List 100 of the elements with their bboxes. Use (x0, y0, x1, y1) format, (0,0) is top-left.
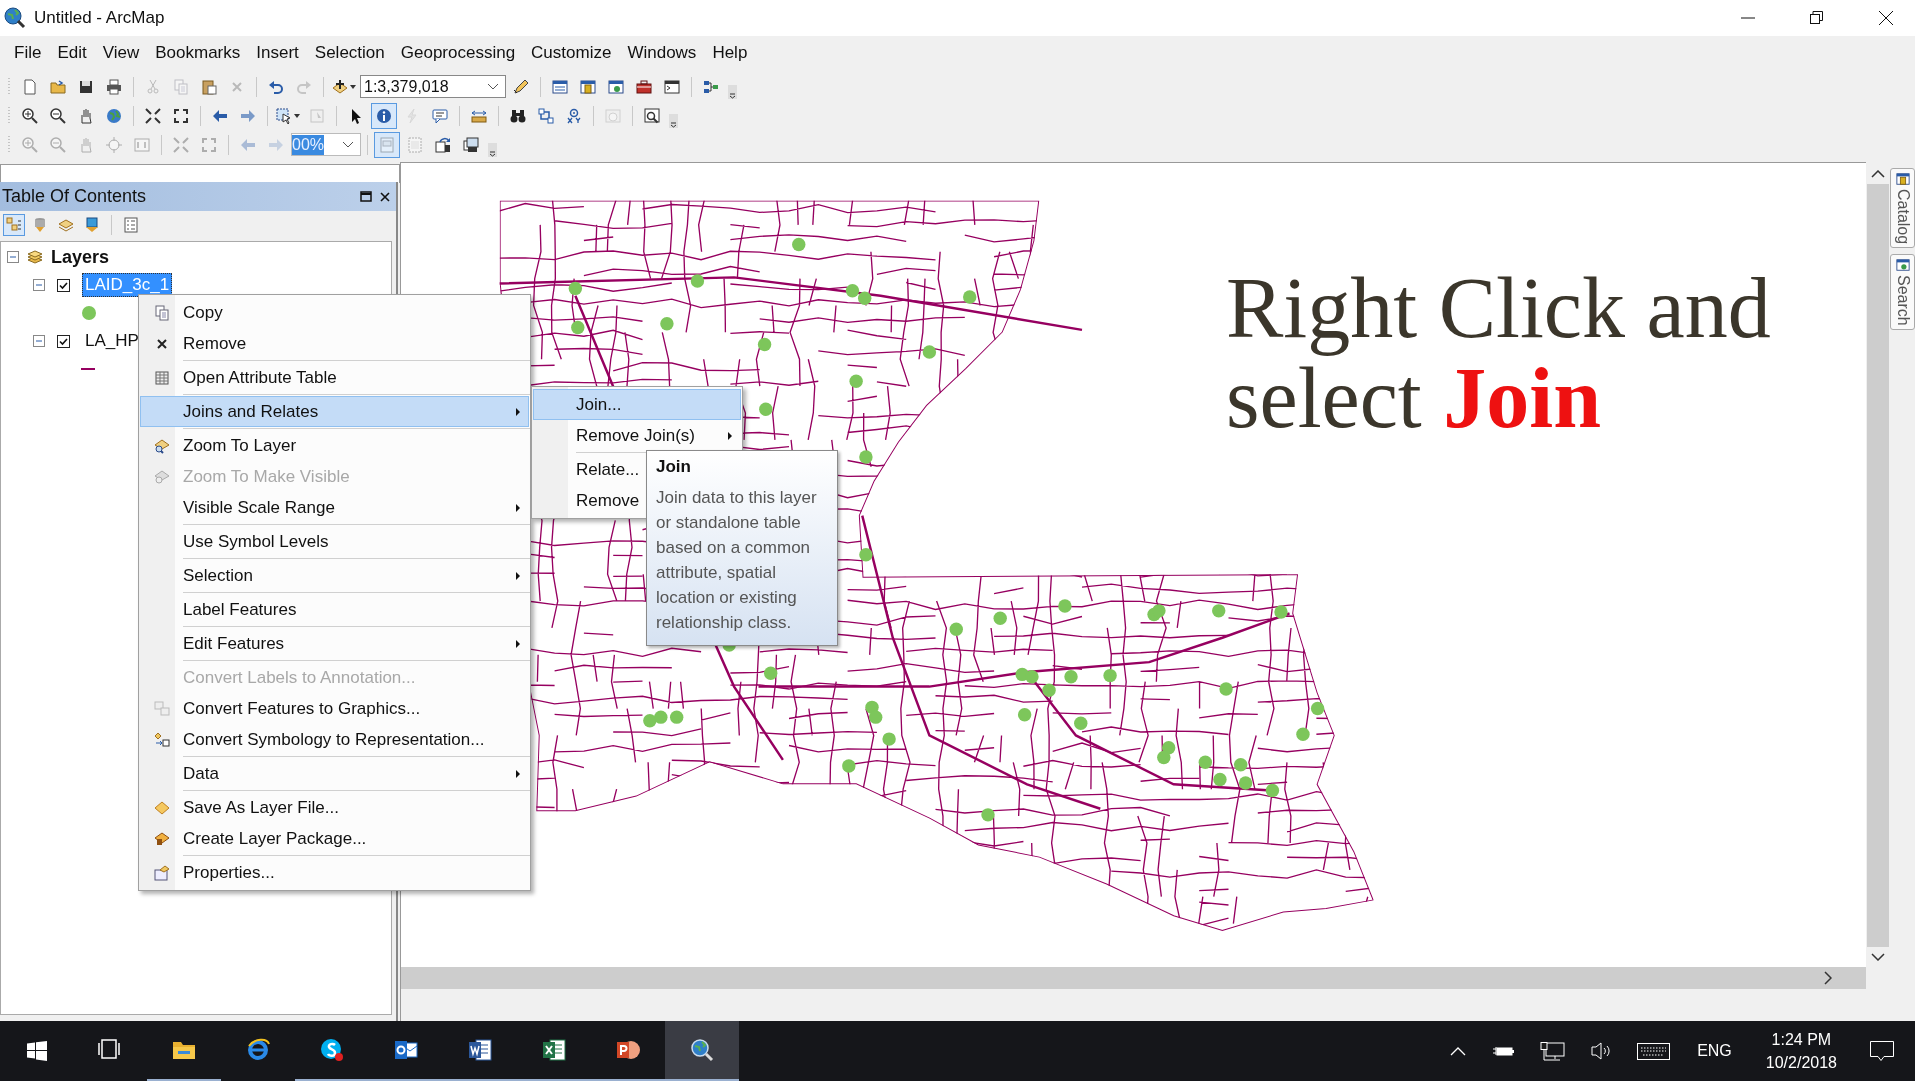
undo-arrow-icon[interactable] (268, 78, 284, 95)
menu-item[interactable]: Remove Join(s) (533, 420, 741, 451)
menu-item[interactable]: View (94, 39, 148, 67)
checkbox[interactable] (57, 334, 70, 348)
list-by-visibility-icon[interactable] (58, 217, 74, 233)
menu-item[interactable]: Windows (619, 39, 705, 67)
data-driven-pages-icon[interactable] (463, 136, 479, 153)
menu-item[interactable]: Joins and Relates (140, 396, 529, 427)
restore-icon[interactable] (1810, 11, 1824, 25)
search-window-icon[interactable] (608, 78, 624, 95)
close-icon[interactable] (380, 191, 390, 202)
change-layout-icon[interactable] (435, 136, 451, 153)
window-title: Untitled - ArcMap (34, 8, 165, 28)
list-by-drawing-order-icon[interactable] (6, 217, 22, 233)
route-finder-icon[interactable] (538, 107, 554, 124)
menu-item[interactable]: Geoprocessing (392, 39, 524, 67)
chevron-right-icon (1824, 971, 1832, 985)
layer-name[interactable]: LA_HP (82, 329, 142, 353)
editor-pencil-icon[interactable] (513, 78, 529, 95)
chevron-down-icon (487, 83, 499, 90)
fixed-zoom-in-icon[interactable] (145, 107, 161, 124)
magnifier-window-icon[interactable] (644, 107, 660, 124)
notification-icon[interactable] (1870, 1041, 1894, 1061)
catalog-window-icon[interactable] (580, 78, 596, 95)
convert-labels-icon (154, 700, 170, 717)
presentation-app-icon (616, 1038, 640, 1062)
checkbox[interactable] (57, 278, 70, 292)
printer-icon[interactable] (106, 78, 122, 95)
start-icon[interactable] (27, 1041, 47, 1061)
menu-item[interactable]: Help (704, 39, 756, 67)
menu-item[interactable]: Join... (533, 389, 741, 420)
convert-to-graphics-icon (154, 731, 170, 748)
tooltip-text: Join data to this layer or standalone table based on a common attribute, spatial location or existing relationship class. (656, 487, 818, 634)
window-icon[interactable] (552, 78, 568, 95)
globe-magnifier-icon (4, 7, 26, 29)
panel-title: Table Of Contents (2, 186, 148, 207)
spreadsheet-app-icon (542, 1038, 566, 1062)
package-icon (154, 830, 170, 847)
collapse-icon[interactable] (7, 251, 19, 263)
horizontal-scrollbar[interactable] (400, 967, 1866, 989)
hand-icon[interactable] (78, 107, 94, 124)
battery-icon[interactable] (1492, 1045, 1515, 1057)
chevron-down-icon (342, 141, 354, 148)
globe-magnifier-icon (690, 1038, 714, 1062)
toolbar-options-icon[interactable] (488, 143, 497, 157)
options-icon[interactable] (123, 217, 139, 233)
browser-icon (246, 1038, 270, 1062)
menu-item[interactable]: File (6, 39, 50, 67)
fixed-zoom-out-icon[interactable] (173, 107, 189, 124)
folder-icon[interactable] (50, 78, 66, 95)
collapse-icon[interactable] (33, 279, 45, 291)
menu-item[interactable]: Edit (49, 39, 95, 67)
diamond-icon (154, 799, 170, 816)
network-icon[interactable] (1540, 1041, 1566, 1061)
zoom-out-icon[interactable] (50, 107, 66, 124)
add-data-icon[interactable] (332, 78, 348, 95)
catalog-window-icon (1895, 172, 1910, 186)
task-view-icon (98, 1038, 122, 1062)
globe-icon[interactable] (106, 107, 122, 124)
close-icon[interactable] (1879, 11, 1893, 25)
speech-bubble-icon[interactable] (432, 107, 448, 124)
toolbox-icon[interactable] (636, 78, 652, 95)
model-diagram-icon[interactable] (703, 78, 719, 95)
clipboard-icon[interactable] (201, 78, 217, 95)
layer-group-label[interactable]: Layers (51, 246, 110, 268)
maximize-icon[interactable] (360, 191, 372, 202)
chevron-down-icon (1871, 953, 1885, 961)
zoom-in-icon[interactable] (22, 107, 38, 124)
side-tab[interactable]: Search (1890, 254, 1915, 330)
collapse-icon[interactable] (33, 335, 45, 347)
toolbar-options-icon[interactable] (669, 114, 678, 128)
page-icon[interactable] (22, 78, 38, 95)
identify-icon[interactable] (376, 107, 392, 124)
toolbar-options-icon[interactable] (728, 85, 737, 99)
list-by-selection-icon[interactable] (84, 217, 100, 233)
keyboard-icon[interactable] (1637, 1042, 1671, 1060)
scale-combo-box[interactable]: 1:3,379,018 (360, 75, 506, 98)
menu-item[interactable]: Insert (248, 39, 307, 67)
clock-date[interactable]: 10/2/2018 (1765, 1053, 1837, 1072)
volume-icon[interactable] (1591, 1041, 1612, 1061)
chevron-up-icon[interactable] (1450, 1046, 1467, 1056)
document-app-icon (468, 1038, 492, 1062)
side-tab[interactable]: Catalog (1890, 168, 1915, 249)
menu-item[interactable]: Selection (306, 39, 393, 67)
search-window-icon (1895, 258, 1910, 273)
language-indicator[interactable]: ENG (1697, 1042, 1732, 1060)
chat-app-icon (320, 1038, 344, 1062)
menu-item[interactable]: Customize (523, 39, 620, 67)
menu-item[interactable]: Bookmarks (147, 39, 249, 67)
zoom-to-layer-icon (154, 437, 170, 454)
terminal-window-icon[interactable] (664, 78, 680, 95)
map-caption: Right Click and select Join (1226, 263, 1772, 444)
select-features-icon[interactable] (276, 107, 292, 124)
clock-time[interactable]: 1:24 PM (1771, 1030, 1832, 1049)
caret-icon (350, 84, 356, 89)
go-to-xy-icon[interactable] (566, 107, 582, 124)
binoculars-icon[interactable] (510, 107, 526, 124)
tooltip-title: Join (656, 457, 692, 477)
caret-icon (294, 113, 300, 118)
zoom-to-visible-icon (154, 468, 170, 485)
